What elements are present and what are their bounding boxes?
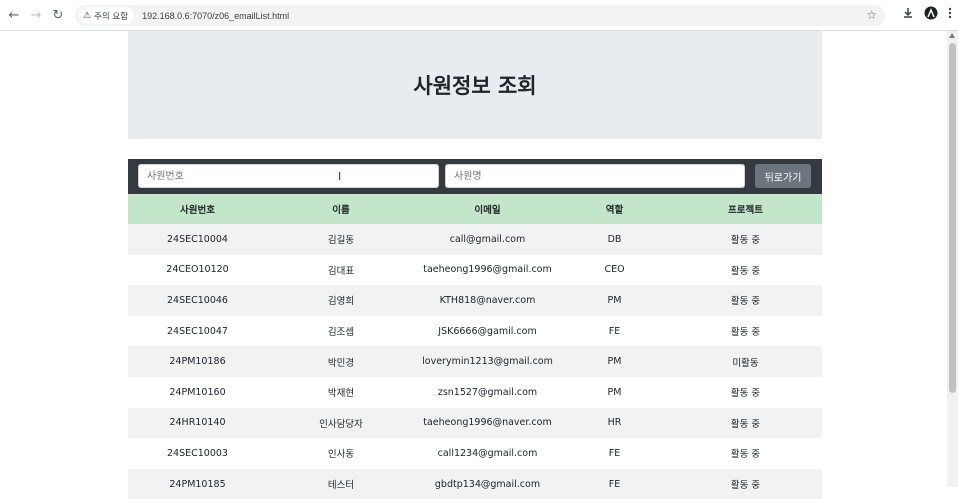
cell-email: loverymin1213@gmail.com: [422, 356, 553, 368]
table-header-row: 사원번호 이름 이메일 역할 프로젝트: [128, 194, 822, 224]
reload-icon[interactable]: ↻: [47, 4, 69, 26]
table-row[interactable]: 24HR10140 인사담당자 taeheong1996@naver.com H…: [128, 407, 822, 439]
cell-name: 박민경: [327, 357, 355, 369]
cell-email: call1234@gmail.com: [437, 447, 538, 459]
cell-email: JSK6666@gamil.com: [438, 325, 537, 337]
header-role: 역할: [605, 205, 624, 216]
cell-role: FE: [608, 325, 621, 337]
emp-no-search-input[interactable]: [138, 164, 439, 188]
cell-email: taeheong1996@gmail.com: [423, 264, 552, 276]
cell-emp-no: 24HR10140: [169, 417, 226, 429]
cell-emp-no: 24SEC10046: [167, 294, 228, 306]
cell-emp-no: 24PM10186: [169, 356, 226, 368]
header-project: 프로젝트: [728, 205, 763, 216]
cell-project: 활동 중: [730, 418, 761, 430]
table-body: 24SEC10004 김길동 call@gmail.com DB 활동 중 24…: [128, 224, 822, 499]
cell-role: PM: [607, 294, 622, 306]
emp-name-search-input[interactable]: [445, 164, 745, 188]
header-email: 이메일: [474, 205, 501, 216]
search-bar: I 뒤로가기: [128, 159, 822, 194]
header-name: 이름: [332, 205, 350, 216]
cell-name: 김영희: [327, 296, 355, 308]
browser-toolbar: ← → ↻ ⚠ 주의 요함 192.168.0.6:7070/z06_email…: [0, 0, 958, 31]
cell-name: 테스터: [327, 480, 355, 492]
cell-project: 활동 중: [730, 327, 761, 339]
back-arrow-icon[interactable]: ←: [3, 4, 25, 26]
cell-project: 미활동: [732, 357, 759, 369]
table-row[interactable]: 24PM10160 박재현 zsn1527@gmail.com PM 활동 중: [128, 376, 822, 408]
table-row[interactable]: 24SEC10046 김영희 KTH818@naver.com PM 활동 중: [128, 285, 822, 316]
download-icon[interactable]: [902, 7, 914, 19]
table-row[interactable]: 24SEC10047 김조셉 JSK6666@gamil.com FE 활동 중: [128, 315, 822, 347]
page-scrollbar[interactable]: [947, 31, 958, 487]
security-warning-chip[interactable]: ⚠ 주의 요함: [79, 7, 135, 24]
cell-emp-no: 24SEC10047: [167, 325, 228, 337]
table-row[interactable]: 24CEO10120 김대표 taeheong1996@gmail.com CE…: [128, 254, 822, 286]
cell-email: zsn1527@gmail.com: [437, 386, 538, 398]
cell-role: PM: [607, 356, 622, 368]
cell-name: 김길동: [327, 235, 355, 247]
cell-email: call@gmail.com: [449, 233, 526, 245]
forward-arrow-icon[interactable]: →: [25, 4, 47, 26]
security-label: 주의 요함: [94, 11, 129, 22]
cell-role: FE: [608, 447, 621, 459]
cell-role: CEO: [604, 264, 625, 276]
cell-name: 인사담당자: [319, 418, 363, 430]
cell-email: KTH818@naver.com: [439, 294, 536, 306]
cell-email: gbdtp134@gmail.com: [434, 478, 541, 490]
back-button[interactable]: 뒤로가기: [755, 164, 811, 188]
table-row[interactable]: 24PM10185 테스터 gbdtp134@gmail.com FE 활동 중: [128, 468, 822, 499]
page-header: 사원정보 조회: [128, 31, 822, 139]
cell-role: FE: [608, 478, 621, 490]
cell-emp-no: 24CEO10120: [166, 264, 229, 276]
warning-triangle-icon: ⚠: [83, 10, 92, 21]
cell-role: DB: [607, 233, 622, 245]
page-title: 사원정보 조회: [413, 74, 537, 98]
cell-project: 활동 중: [730, 480, 761, 492]
employee-table: 사원번호 이름 이메일 역할 프로젝트 24SEC10004 김길동 call@…: [128, 194, 822, 499]
cell-name: 김대표: [327, 265, 355, 277]
table-row[interactable]: 24SEC10003 인사동 call1234@gmail.com FE 활동 …: [128, 438, 822, 469]
cell-emp-no: 24SEC10003: [167, 447, 228, 459]
bookmark-star-icon[interactable]: ☆: [866, 8, 877, 22]
cell-project: 활동 중: [730, 296, 761, 308]
cell-project: 활동 중: [730, 449, 761, 461]
address-bar[interactable]: ⚠ 주의 요함 192.168.0.6:7070/z06_emailList.h…: [75, 5, 885, 26]
text-cursor-icon: I: [338, 170, 342, 183]
cell-project: 활동 중: [730, 235, 761, 247]
profile-avatar-icon[interactable]: [924, 6, 938, 20]
scroll-up-arrow-icon[interactable]: [949, 33, 955, 38]
cell-name: 인사동: [327, 449, 355, 461]
cell-project: 활동 중: [730, 265, 761, 277]
cell-role: PM: [607, 386, 622, 398]
cell-emp-no: 24SEC10004: [167, 233, 228, 245]
table-row[interactable]: 24SEC10004 김길동 call@gmail.com DB 활동 중: [128, 224, 822, 255]
cell-project: 활동 중: [730, 388, 761, 400]
cell-emp-no: 24PM10185: [169, 478, 226, 490]
cell-emp-no: 24PM10160: [169, 386, 226, 398]
cell-role: HR: [607, 417, 622, 429]
table-row[interactable]: 24PM10186 박민경 loverymin1213@gmail.com PM…: [128, 346, 822, 377]
cell-name: 박재현: [327, 388, 355, 400]
more-menu-icon[interactable]: [948, 7, 952, 19]
url-text[interactable]: 192.168.0.6:7070/z06_emailList.html: [142, 11, 289, 21]
header-emp-no: 사원번호: [180, 205, 215, 216]
scrollbar-thumb[interactable]: [949, 43, 956, 393]
cell-email: taeheong1996@naver.com: [423, 417, 552, 429]
cell-name: 김조셉: [327, 327, 355, 339]
